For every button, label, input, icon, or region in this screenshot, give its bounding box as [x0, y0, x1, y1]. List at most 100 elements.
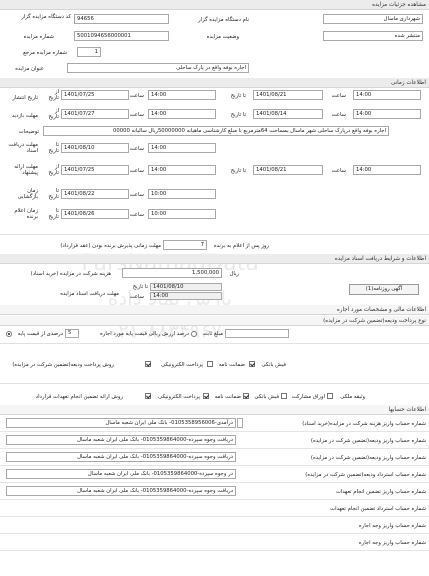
guarantee-letter-checkbox[interactable] [207, 361, 213, 367]
publish-to-time-field[interactable]: 14:00 [353, 90, 421, 100]
contract-property-checkbox[interactable] [327, 393, 333, 399]
deposit-method-label: روش پرداخت ودیعه(تضمین شرکت در مزایده) [12, 362, 114, 368]
percent-label: درصدی از قیمت پایه [17, 331, 63, 337]
visit-from-time-field[interactable]: 14:00 [148, 109, 216, 119]
section-title: اطلاعات زمانی [390, 80, 426, 86]
fixed-amount-radio[interactable] [191, 331, 197, 337]
section-title: مشاهده جزئیات مزایده [372, 2, 426, 8]
winner-date-field[interactable]: 1401/08/26 [61, 209, 129, 219]
section-header-detail: مشاهده جزئیات مزایده [0, 0, 429, 10]
account-row-label: شماره حساب استرداد ودیعه(تضمین شرکت در م… [305, 472, 426, 478]
section-title: اطلاعات و شرایط دریافت اسناد مزایده [334, 256, 426, 262]
time-label: ساعت [129, 212, 144, 218]
account-row-value[interactable]: درآمدی-0105358956006- بانک ملی ایران شعب… [6, 418, 236, 428]
opening-date-field[interactable]: 1401/08/22 [61, 189, 129, 199]
account-row: شماره حساب واریز هزینه شرکت در مزایده(خر… [0, 416, 429, 432]
offer-to-time-field[interactable]: 14:00 [353, 165, 421, 175]
org-code-label: کد دستگاه مزایده گزار [21, 14, 71, 20]
offer-from-time-field[interactable]: 14:00 [148, 165, 216, 175]
contract-partnership-checkbox[interactable] [281, 393, 287, 399]
offer-from-date-field[interactable]: 1401/07/25 [61, 165, 129, 175]
account-row: شماره حساب استرداد تضمین انجام تعهدات [0, 501, 429, 517]
subject-field[interactable]: اجاره بوفه واقع در پارک ساحلی [67, 63, 249, 73]
fee-unit: ریال [229, 271, 240, 277]
account-row-label: شماره حساب واریز وجه اجاره [358, 540, 426, 546]
contract-bank-label: فیش بانکی [254, 394, 279, 400]
account-row: شماره حساب واریز ودیعه(تضمین شرکت در مزا… [0, 450, 429, 466]
winner-announce-label: زمان اعلام برنده [14, 208, 38, 220]
contract-guarantee-label: روش ارائه تضمین انجام تعهدات قرارداد [35, 394, 123, 400]
org-code-field[interactable]: 94656 [74, 14, 169, 24]
from-date-label: از تاریخ [48, 164, 59, 176]
opening-time-field[interactable]: 10:00 [148, 189, 216, 199]
fee-field[interactable]: 1,500,000 [122, 268, 222, 278]
contract-electronic-checkbox[interactable] [145, 393, 151, 399]
doc-deadline-date-field[interactable]: 1401/08/10 [61, 143, 129, 153]
time-label: ساعت [331, 112, 346, 118]
from-date-label: از تاریخ [48, 89, 59, 101]
account-row-label: شماره حساب واریز ودیعه(تضمین شرکت در مزا… [310, 455, 426, 461]
account-row-label: شماره حساب واریز وجه اجاره [358, 523, 426, 529]
fixed-amount-field[interactable] [225, 329, 289, 338]
to-date-label: تا تاریخ [230, 168, 246, 174]
account-row: شماره حساب استرداد ودیعه(تضمین شرکت در م… [0, 467, 429, 483]
account-row-value[interactable]: دریافت وجوه سپرده-0105359864000- بانک مل… [6, 435, 236, 445]
section-title: نوع پرداخت ودیعه(تضمین شرکت در مزایده) [323, 318, 426, 324]
publish-from-date-field[interactable]: 1401/07/25 [61, 90, 129, 100]
fixed-amount-label: مبلغ ثابت [202, 331, 223, 337]
date-label: تا تاریخ [48, 188, 59, 200]
contract-electronic-label: پرداخت الکترونیکی [158, 394, 200, 400]
receipt-time-field[interactable]: 14:00 [150, 292, 222, 300]
receipt-date-field[interactable]: 1401/08/10 [150, 283, 222, 291]
time-label: ساعت [129, 168, 144, 174]
fee-label: هزینه شرکت در مزایده (خرید اسناد) [30, 271, 111, 277]
to-date-label: تا تاریخ [48, 142, 59, 154]
visit-from-date-field[interactable]: 1401/07/27 [61, 109, 129, 119]
doc-deadline-label: مهلت دریافت اسناد [8, 142, 38, 154]
percent-radio[interactable] [6, 331, 12, 337]
time-label: ساعت [331, 168, 346, 174]
to-date-label: تا تاریخ [230, 112, 246, 118]
reference-number-field[interactable]: 1 [77, 47, 101, 57]
doc-deadline-time-field[interactable]: 14:00 [148, 143, 216, 153]
org-name-field[interactable]: شهرداری ماسال [323, 14, 423, 24]
electronic-payment-label: پرداخت الکترونیکی [161, 362, 203, 368]
percent-field[interactable]: 5 [65, 329, 79, 338]
publish-to-date-field[interactable]: 1401/08/21 [253, 90, 323, 100]
account-row-value[interactable]: دریافت وجوه سپرده-0105359864000- بانک مل… [6, 486, 236, 496]
account-row-value[interactable]: دریافت وجوه سپرده-0105359864000- بانک مل… [6, 452, 236, 462]
time-label: ساعت [129, 93, 144, 99]
section-header-terms: اطلاعات و شرایط دریافت اسناد مزایده [0, 254, 429, 264]
contract-bank-checkbox[interactable] [243, 393, 249, 399]
time-label: ساعت [129, 146, 144, 152]
from-date-label: از تاریخ [48, 108, 59, 120]
bank-check-checkbox[interactable] [249, 361, 255, 367]
offer-to-date-field[interactable]: 1401/08/21 [253, 165, 323, 175]
divider [0, 234, 429, 235]
section-header-guarantee-type: نوع پرداخت ودیعه(تضمین شرکت در مزایده) [0, 316, 429, 326]
account-row: شماره حساب واریز تضمین انجام تعهدات دریا… [0, 484, 429, 500]
validity-label: مهلت زمانی پذیرش برنده بودن (عقد قرارداد… [60, 243, 161, 249]
newspaper-ad-button[interactable]: آگهی روزنامه(1) [349, 284, 419, 295]
time-label: ساعت [129, 192, 144, 198]
winner-time-field[interactable]: 10:00 [148, 209, 216, 219]
visit-to-date-field[interactable]: 1401/08/14 [253, 109, 323, 119]
auction-status-field[interactable]: منتشر شده [323, 31, 423, 41]
validity-suffix: روز پس از اعلام به برنده [213, 243, 269, 249]
publish-date-label: تاریخ انتشار [12, 95, 38, 101]
account-row-value[interactable]: در وجوه سپرده-0105359864000- بانک ملی ای… [6, 469, 236, 479]
receipt-time-label: ساعت [129, 294, 144, 300]
visit-to-time-field[interactable]: 14:00 [353, 109, 421, 119]
account-row-label: شماره حساب واریز هزینه شرکت در مزایده(خر… [302, 421, 426, 427]
description-field[interactable]: اجاره بوفه واقع درپارک ساحلی شهر ماسال ب… [43, 126, 389, 136]
publish-from-time-field[interactable]: 14:00 [148, 90, 216, 100]
subject-label: عنوان مزایده [15, 66, 44, 72]
contract-property-label: وثیقه ملکی [340, 394, 365, 400]
divider [0, 383, 429, 384]
opening-time-label: زمان بازگشایی [17, 188, 38, 200]
validity-days-field[interactable]: 7 [163, 240, 207, 250]
contract-guarantee-checkbox[interactable] [203, 393, 209, 399]
electronic-payment-checkbox[interactable] [145, 361, 151, 367]
section-title: اطلاعات مالی و مشخصات مورد اجاره [336, 307, 426, 313]
auction-number-field[interactable]: 5001094656000001 [74, 31, 169, 41]
